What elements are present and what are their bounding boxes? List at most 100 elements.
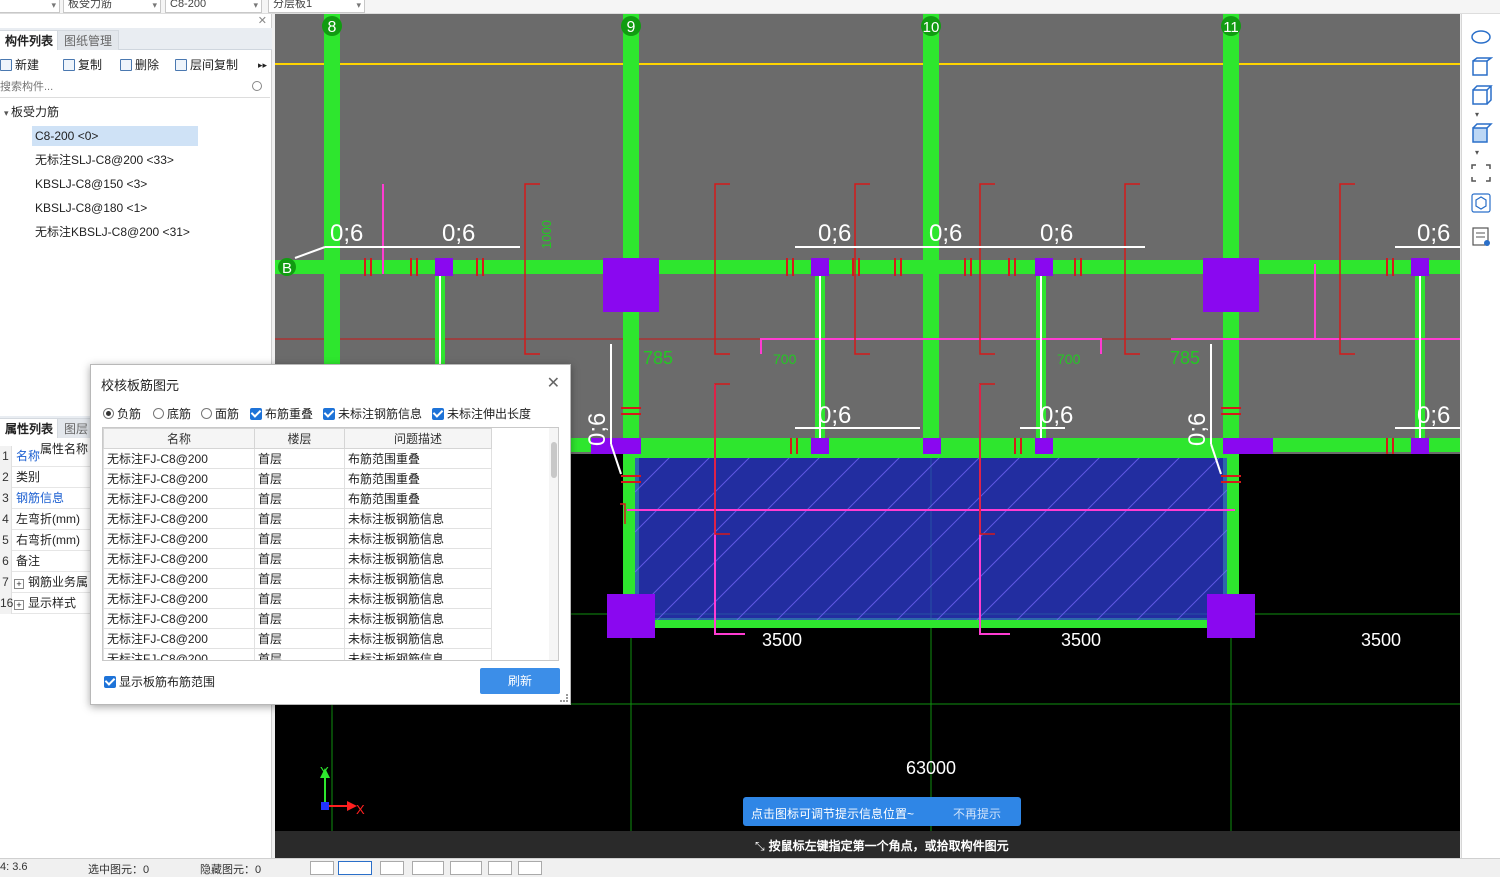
svg-text:700: 700 [773,351,797,367]
radio-bottom-rebar[interactable]: 底筋 [153,405,191,422]
radio-icon [103,408,114,419]
table-cell: 未标注板钢筋信息 [344,568,492,589]
check-show-range[interactable]: 显示板筋布筋范围 [104,673,215,690]
table-scrollbar[interactable] [549,428,558,660]
ucs-icon: Y X [320,764,365,817]
svg-text:700: 700 [1057,351,1081,367]
copy-button[interactable]: 复制 [63,56,102,74]
table-row[interactable]: 无标注FJ-C8@200 首层 未标注板钢筋信息 [103,528,492,549]
check-unmarked-length[interactable]: 未标注伸出长度 [432,405,531,422]
table-cell: 首层 [254,488,345,509]
tab-component-list[interactable]: 构件列表 [0,30,61,50]
table-row[interactable]: 无标注FJ-C8@200 首层 未标注板钢筋信息 [103,568,492,589]
property-row[interactable]: 1 名称 [0,446,95,467]
property-row[interactable]: 7 + 钢筋业务属 [0,572,95,593]
expand-display-icon[interactable]: ▾ [1475,148,1479,157]
svg-text:X: X [356,802,365,817]
property-row[interactable]: 5 右弯折(mm) [0,530,95,551]
property-row[interactable]: 4 左弯折(mm) [0,509,95,530]
property-grid: 1 名称 2 类别 3 钢筋信息 4 左弯折(mm) 5 右弯折(mm) 6 备注 7 + 钢筋… [0,446,95,614]
tree-item[interactable]: 无标注SLJ-C8@200 <33> [35,150,174,170]
property-row[interactable]: 16 + 显示样式 [0,593,95,614]
search-input[interactable] [0,78,250,96]
tree-item[interactable]: KBSLJ-C8@150 <3> [35,174,147,194]
checkbox-icon [323,408,335,420]
close-icon[interactable]: ✕ [547,373,560,393]
top-view-icon[interactable] [1469,84,1493,106]
floor-select[interactable]: ▾ [0,0,60,13]
rebar-label: 0;6 [1184,413,1211,446]
tab-property-list[interactable]: 属性列表 [0,418,61,438]
tree-item[interactable]: 无标注KBSLJ-C8@200 <31> [35,222,190,242]
table-cell: 首层 [254,448,345,469]
table-row[interactable]: 无标注FJ-C8@200 首层 布筋范围重叠 [103,468,492,489]
solid-view-icon[interactable] [1469,122,1493,144]
radio-negative-rebar[interactable]: 负筋 [103,405,141,422]
radio-icon [201,408,212,419]
table-cell: 首层 [254,648,345,660]
dismiss-hint-link[interactable]: 不再提示 [953,805,1001,822]
floor-copy-button[interactable]: 层间复制 [175,56,238,74]
resize-grip-icon[interactable] [560,694,568,702]
table-cell: 无标注FJ-C8@200 [103,628,255,649]
property-row[interactable]: 3 钢筋信息 [0,488,95,509]
checkbox-icon [432,408,444,420]
table-row[interactable]: 无标注FJ-C8@200 首层 未标注板钢筋信息 [103,648,492,660]
table-cell: 无标注FJ-C8@200 [103,608,255,629]
table-cell: 布筋范围重叠 [344,448,492,469]
rebar-label: 0;6 [818,402,851,429]
fullscreen-icon[interactable] [1469,162,1493,184]
expand-view-icon[interactable]: ▾ [1475,110,1479,119]
tab-drawing-manage[interactable]: 图纸管理 [57,30,120,50]
radio-top-rebar[interactable]: 面筋 [201,405,239,422]
scale-readout: 4: 3.6 [0,861,28,873]
component-tabbar: 构件列表 图纸管理 [0,28,272,50]
table-row[interactable]: 无标注FJ-C8@200 首层 布筋范围重叠 [103,448,492,469]
table-row[interactable]: 无标注FJ-C8@200 首层 布筋范围重叠 [103,488,492,509]
dialog-title: 校核板筋图元 [101,378,180,393]
table-cell: 未标注板钢筋信息 [344,588,492,609]
rebar-label: 0;6 [929,220,962,247]
component-view-icon[interactable] [1469,192,1493,214]
column-header[interactable]: 名称 [103,428,255,449]
rotate-view-icon[interactable] [1469,26,1493,48]
new-button[interactable]: 新建 [0,56,39,74]
tree-item-selected[interactable]: C8-200 <0> [32,126,198,146]
check-overlap[interactable]: 布筋重叠 [250,405,313,422]
component-type-select[interactable]: 板受力筋 ▾ [63,0,161,13]
expand-icon[interactable]: + [14,600,24,610]
floor-copy-icon [175,59,187,71]
component-select[interactable]: C8-200 ▾ [165,0,262,13]
hint-bubble[interactable]: 点击图标可调节提示信息位置~ 不再提示 [743,797,1021,826]
expand-icon[interactable]: + [14,579,24,589]
table-row[interactable]: 无标注FJ-C8@200 首层 未标注板钢筋信息 [103,508,492,529]
table-cell: 无标注FJ-C8@200 [103,548,255,569]
svg-text:3500: 3500 [1061,630,1101,650]
more-tools-icon[interactable]: ▸▸ [258,56,267,74]
tree-root[interactable]: ▾ 板受力筋 [4,102,59,122]
table-cell: 首层 [254,628,345,649]
close-panel-icon[interactable]: ✕ [258,14,267,27]
table-row[interactable]: 无标注FJ-C8@200 首层 未标注板钢筋信息 [103,608,492,629]
property-row[interactable]: 6 备注 [0,551,95,572]
svg-text:Y: Y [320,764,329,779]
column-header[interactable]: 楼层 [254,428,345,449]
layer-select[interactable]: 分层板1 ▾ [268,0,365,13]
scroll-thumb[interactable] [551,442,557,478]
table-cell: 无标注FJ-C8@200 [103,648,255,660]
tree-item[interactable]: KBSLJ-C8@180 <1> [35,198,147,218]
check-unmarked-info[interactable]: 未标注钢筋信息 [323,405,422,422]
table-row[interactable]: 无标注FJ-C8@200 首层 未标注板钢筋信息 [103,588,492,609]
column-header[interactable]: 问题描述 [344,428,492,449]
refresh-button[interactable]: 刷新 [480,668,560,694]
delete-button[interactable]: 删除 [120,56,159,74]
3d-view-icon[interactable] [1469,56,1493,78]
search-icon[interactable] [252,81,262,91]
table-row[interactable]: 无标注FJ-C8@200 首层 未标注板钢筋信息 [103,628,492,649]
display-settings-icon[interactable] [1469,226,1493,248]
table-row[interactable]: 无标注FJ-C8@200 首层 未标注板钢筋信息 [103,548,492,569]
problem-table[interactable]: 名称 楼层 问题描述 无标注FJ-C8@200 首层 布筋范围重叠 无标注FJ-C8@… [102,427,559,661]
table-cell: 未标注板钢筋信息 [344,608,492,629]
property-row[interactable]: 2 类别 [0,467,95,488]
command-prompt: ⤡ 按鼠标左键指定第一个角点，或拾取构件图元 [755,839,1009,853]
